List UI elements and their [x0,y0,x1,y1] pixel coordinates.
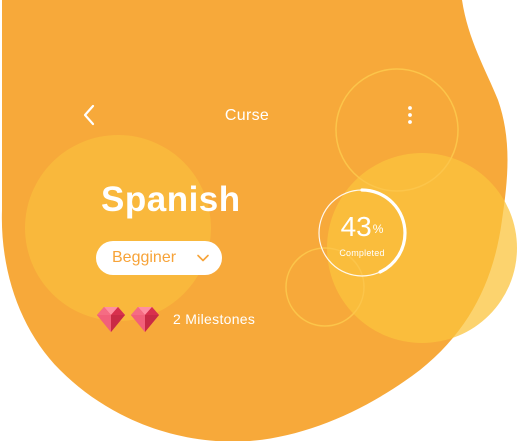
percent-sign: % [372,222,384,236]
more-vertical-icon [408,106,412,124]
chevron-down-icon [197,254,209,262]
level-selected-value: Begginer [112,249,177,266]
progress-ring: 43% Completed [316,187,408,279]
back-button[interactable] [76,100,102,130]
background-blob [1,0,508,441]
orange-blob-shape [1,0,508,441]
page-title: Curse [224,107,270,124]
chevron-left-icon [83,104,95,126]
progress-value: 43 [340,211,372,242]
course-card: Curse Spanish Begginer 2 Milestones 43% … [0,0,517,441]
gem-icon [97,307,125,332]
more-options-button[interactable] [398,100,422,130]
progress-percentage: 43% [316,213,408,241]
progress-label: Completed [339,248,385,258]
milestones-label: 2 Milestones [173,311,256,327]
course-name: Spanish [101,180,241,219]
milestone-gems [96,305,160,333]
gem-icon [131,307,159,332]
level-dropdown[interactable]: Begginer [96,241,222,275]
